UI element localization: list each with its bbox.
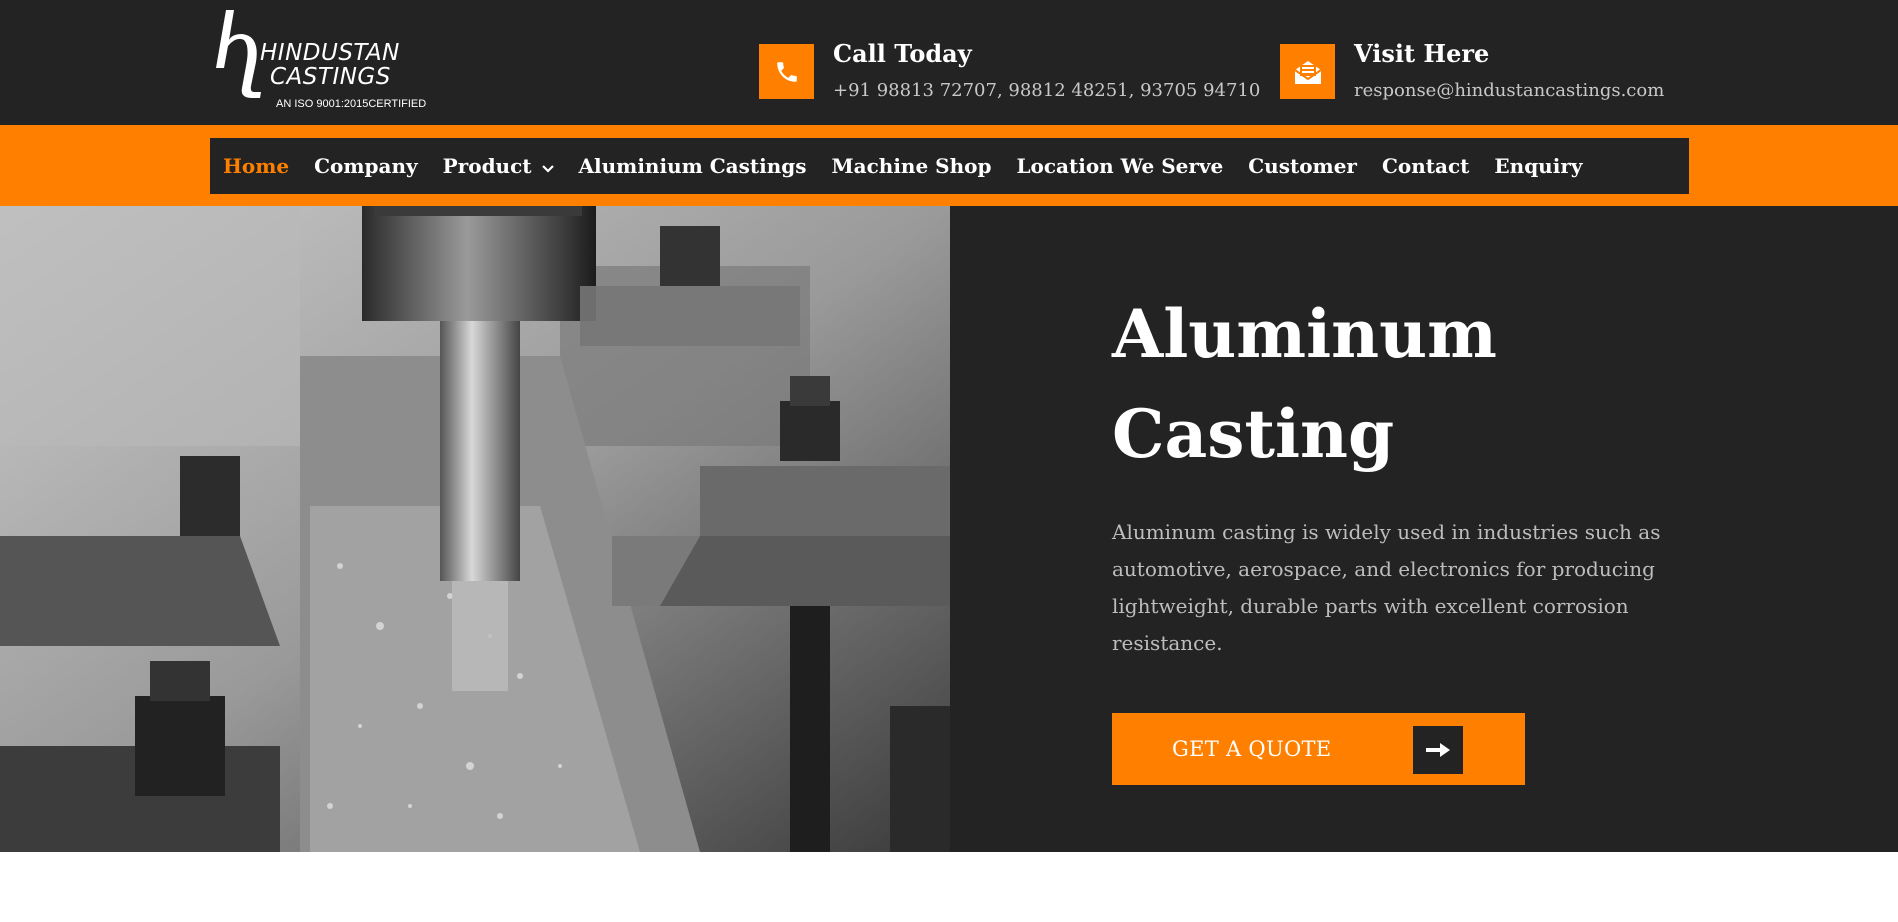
call-today-block: Call Today +91 98813 72707, 98812 48251,… <box>759 39 1260 101</box>
chevron-down-icon <box>541 154 554 178</box>
mail-icon <box>1280 44 1335 99</box>
hero-title-line1: Aluminum <box>1112 295 1497 373</box>
nav-item-aluminium-castings[interactable]: Aluminium Castings <box>579 154 807 178</box>
nav-band: Home Company Product Aluminium Castings … <box>0 125 1898 206</box>
hero-section: Aluminum Casting Aluminum casting is wid… <box>0 206 1898 852</box>
hero-title: Aluminum Casting <box>1112 284 1692 484</box>
nav-item-contact[interactable]: Contact <box>1382 154 1469 178</box>
logo-certification: AN ISO 9001:2015CERTIFIED <box>276 98 427 110</box>
nav-item-product-label: Product <box>442 154 532 178</box>
nav-item-product[interactable]: Product <box>443 154 554 178</box>
arrow-right-icon <box>1413 726 1463 774</box>
nav-item-company[interactable]: Company <box>314 154 418 178</box>
nav-item-enquiry[interactable]: Enquiry <box>1494 154 1582 178</box>
top-header: HINDUSTAN CASTINGS AN ISO 9001:2015CERTI… <box>0 0 1898 125</box>
logo[interactable]: HINDUSTAN CASTINGS AN ISO 9001:2015CERTI… <box>212 6 442 114</box>
hero-description: Aluminum casting is widely used in indus… <box>1112 520 1661 655</box>
visit-here-block: Visit Here response@hindustancastings.co… <box>1280 39 1664 101</box>
logo-text-line2: CASTINGS <box>270 64 391 90</box>
hero-content: Aluminum Casting Aluminum casting is wid… <box>1112 284 1692 785</box>
nav-item-home[interactable]: Home <box>223 154 289 178</box>
get-a-quote-button[interactable]: GET A QUOTE <box>1112 713 1525 785</box>
hero-title-line2: Casting <box>1112 395 1395 473</box>
hero-machining-image <box>0 206 950 852</box>
phone-icon <box>759 44 814 99</box>
nav-item-machine-shop[interactable]: Machine Shop <box>832 154 992 178</box>
visit-here-title: Visit Here <box>1354 39 1490 68</box>
email-link[interactable]: response@hindustancastings.com <box>1354 80 1664 101</box>
nav-item-location-we-serve[interactable]: Location We Serve <box>1016 154 1223 178</box>
call-today-title: Call Today <box>833 39 972 68</box>
get-a-quote-label: GET A QUOTE <box>1172 737 1332 761</box>
nav-item-customer[interactable]: Customer <box>1248 154 1357 178</box>
main-nav: Home Company Product Aluminium Castings … <box>210 138 1689 194</box>
logo-text-line1: HINDUSTAN <box>260 40 400 66</box>
phone-numbers[interactable]: +91 98813 72707, 98812 48251, 93705 9471… <box>833 80 1260 101</box>
